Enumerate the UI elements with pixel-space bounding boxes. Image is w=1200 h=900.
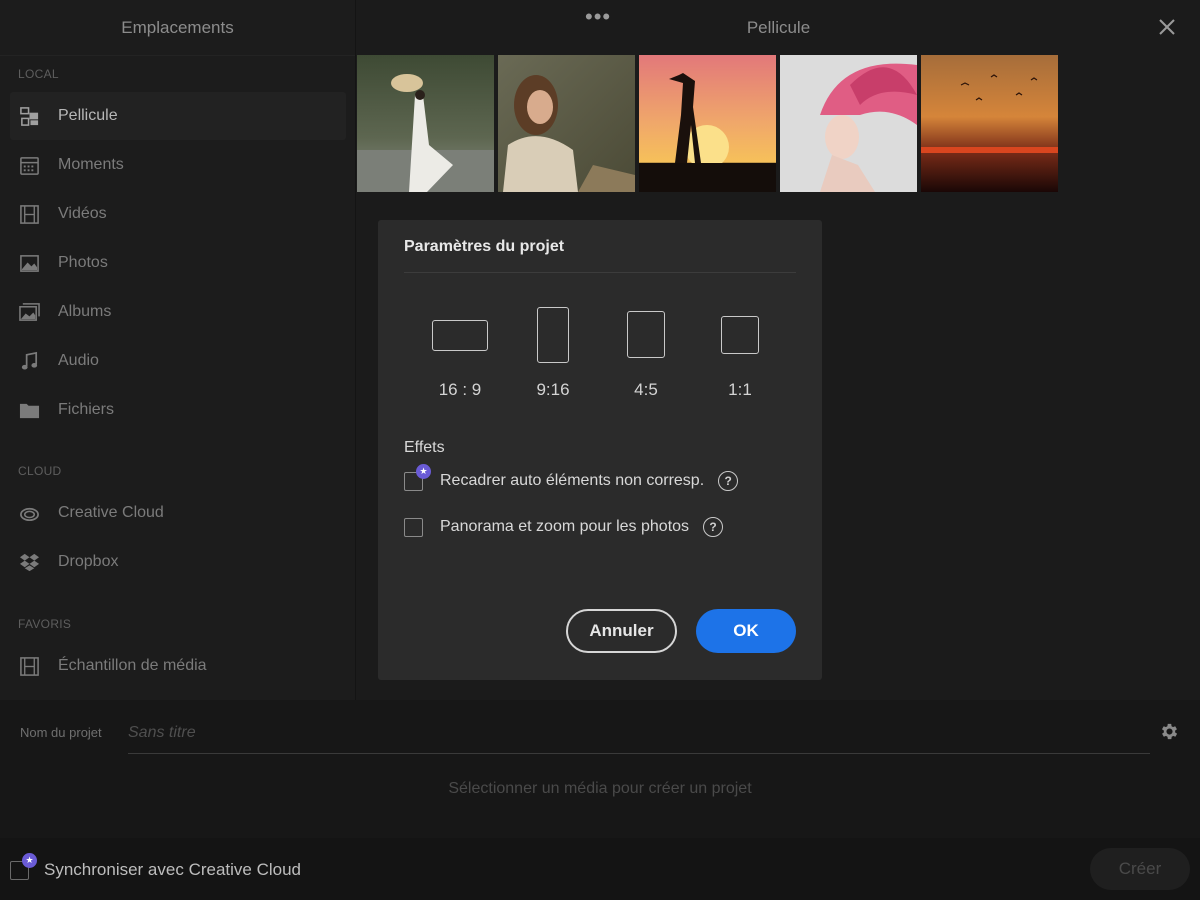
portrait-frame-icon bbox=[537, 307, 569, 363]
more-dots-icon[interactable]: ••• bbox=[585, 4, 611, 30]
sidebar-item-videos[interactable]: Vidéos bbox=[10, 190, 346, 238]
sidebar-item-creative-cloud[interactable]: Creative Cloud bbox=[10, 489, 346, 537]
footer-bar: ★ Synchroniser avec Creative Cloud Créer bbox=[0, 838, 1200, 900]
media-thumbnail[interactable] bbox=[357, 55, 494, 192]
sidebar-item-pellicule[interactable]: Pellicule bbox=[10, 92, 346, 140]
sidebar-item-label: Creative Cloud bbox=[58, 504, 164, 521]
sync-label: Synchroniser avec Creative Cloud bbox=[44, 860, 302, 879]
ok-button[interactable]: OK bbox=[696, 609, 796, 653]
media-thumbnail[interactable] bbox=[639, 55, 776, 192]
project-name-input[interactable]: Sans titre bbox=[128, 720, 1150, 754]
ratio-option-9-16[interactable]: 9:16 bbox=[536, 307, 570, 399]
ratio-label: 9:16 bbox=[536, 380, 570, 399]
sidebar-item-moments[interactable]: Moments bbox=[10, 141, 346, 189]
dropbox-icon bbox=[18, 551, 40, 573]
option-label: Recadrer auto éléments non corresp. bbox=[440, 472, 705, 489]
image-icon bbox=[18, 252, 40, 274]
calendar-icon bbox=[18, 154, 40, 176]
auto-reframe-option[interactable]: ★ Recadrer auto éléments non corresp. ? bbox=[404, 463, 739, 491]
ratio-label: 4:5 bbox=[634, 380, 658, 399]
locations-sidebar: Emplacements LOCAL Pellicule Moments Vid… bbox=[0, 0, 356, 700]
film-icon bbox=[18, 655, 40, 677]
project-name-label: Nom du projet bbox=[20, 725, 102, 740]
sidebar-item-audio[interactable]: Audio bbox=[10, 337, 346, 385]
media-thumbnail[interactable] bbox=[780, 55, 917, 192]
premium-star-icon: ★ bbox=[22, 852, 37, 868]
dialog-title: Paramètres du projet bbox=[404, 238, 565, 255]
project-panel: Nom du projet Sans titre Sélectionner un… bbox=[0, 700, 1200, 838]
sidebar-item-label: Vidéos bbox=[58, 205, 107, 222]
sidebar-item-label: Moments bbox=[58, 156, 124, 173]
sidebar-item-label: Dropbox bbox=[58, 553, 119, 570]
portrait-frame-icon bbox=[627, 311, 665, 358]
close-icon[interactable] bbox=[1156, 16, 1178, 38]
auto-reframe-checkbox[interactable]: ★ bbox=[404, 463, 431, 491]
square-frame-icon bbox=[721, 316, 759, 354]
film-icon bbox=[18, 203, 40, 225]
sidebar-item-label: Pellicule bbox=[58, 107, 118, 124]
sidebar-title: Emplacements bbox=[0, 0, 355, 56]
section-label-favorites: FAVORIS bbox=[18, 617, 72, 631]
help-icon[interactable]: ? bbox=[718, 471, 739, 491]
sidebar-item-photos[interactable]: Photos bbox=[10, 239, 346, 287]
sidebar-item-label: Albums bbox=[58, 303, 112, 320]
sidebar-item-files[interactable]: Fichiers bbox=[10, 386, 346, 434]
sidebar-item-label: Photos bbox=[58, 254, 108, 271]
section-label-local: LOCAL bbox=[18, 67, 59, 81]
landscape-frame-icon bbox=[432, 320, 488, 351]
ratio-label: 1:1 bbox=[728, 380, 752, 399]
sidebar-item-albums[interactable]: Albums bbox=[10, 288, 346, 336]
sync-option[interactable]: ★ Synchroniser avec Creative Cloud bbox=[10, 852, 302, 880]
page-title: Pellicule bbox=[746, 18, 811, 37]
creative-cloud-icon bbox=[18, 502, 40, 524]
sidebar-item-label: Fichiers bbox=[58, 401, 115, 418]
sidebar-item-label: Échantillon de média bbox=[58, 657, 207, 674]
camera-roll-icon bbox=[18, 105, 40, 127]
premium-star-icon: ★ bbox=[416, 463, 431, 479]
media-thumbnail[interactable] bbox=[921, 55, 1058, 192]
effects-label: Effets bbox=[404, 439, 445, 456]
create-button[interactable]: Créer bbox=[1090, 848, 1190, 890]
project-settings-dialog: Paramètres du projet 16 : 9 9:16 4:5 1:1… bbox=[378, 220, 822, 680]
section-label-cloud: CLOUD bbox=[18, 464, 62, 478]
dialog-divider bbox=[404, 272, 796, 273]
music-note-icon bbox=[18, 350, 40, 372]
sync-checkbox[interactable]: ★ bbox=[10, 852, 37, 880]
folder-icon bbox=[18, 399, 40, 421]
media-thumbnail[interactable] bbox=[498, 55, 635, 192]
sidebar-item-media-sample[interactable]: Échantillon de média bbox=[10, 642, 346, 690]
pan-zoom-checkbox[interactable] bbox=[404, 517, 423, 537]
sidebar-item-label: Audio bbox=[58, 352, 99, 369]
help-icon[interactable]: ? bbox=[703, 517, 724, 537]
sidebar-item-dropbox[interactable]: Dropbox bbox=[10, 538, 346, 586]
gear-icon[interactable] bbox=[1159, 721, 1180, 742]
ratio-option-4-5[interactable]: 4:5 bbox=[627, 311, 665, 399]
ratio-option-1-1[interactable]: 1:1 bbox=[721, 316, 759, 399]
ratio-option-16-9[interactable]: 16 : 9 bbox=[432, 320, 488, 399]
empty-state-hint: Sélectionner un média pour créer un proj… bbox=[448, 780, 752, 797]
albums-icon bbox=[18, 301, 40, 323]
cancel-button[interactable]: Annuler bbox=[566, 609, 677, 653]
ratio-label: 16 : 9 bbox=[438, 380, 482, 399]
pan-zoom-option[interactable]: Panorama et zoom pour les photos ? bbox=[404, 517, 724, 537]
option-label: Panorama et zoom pour les photos bbox=[440, 518, 690, 535]
